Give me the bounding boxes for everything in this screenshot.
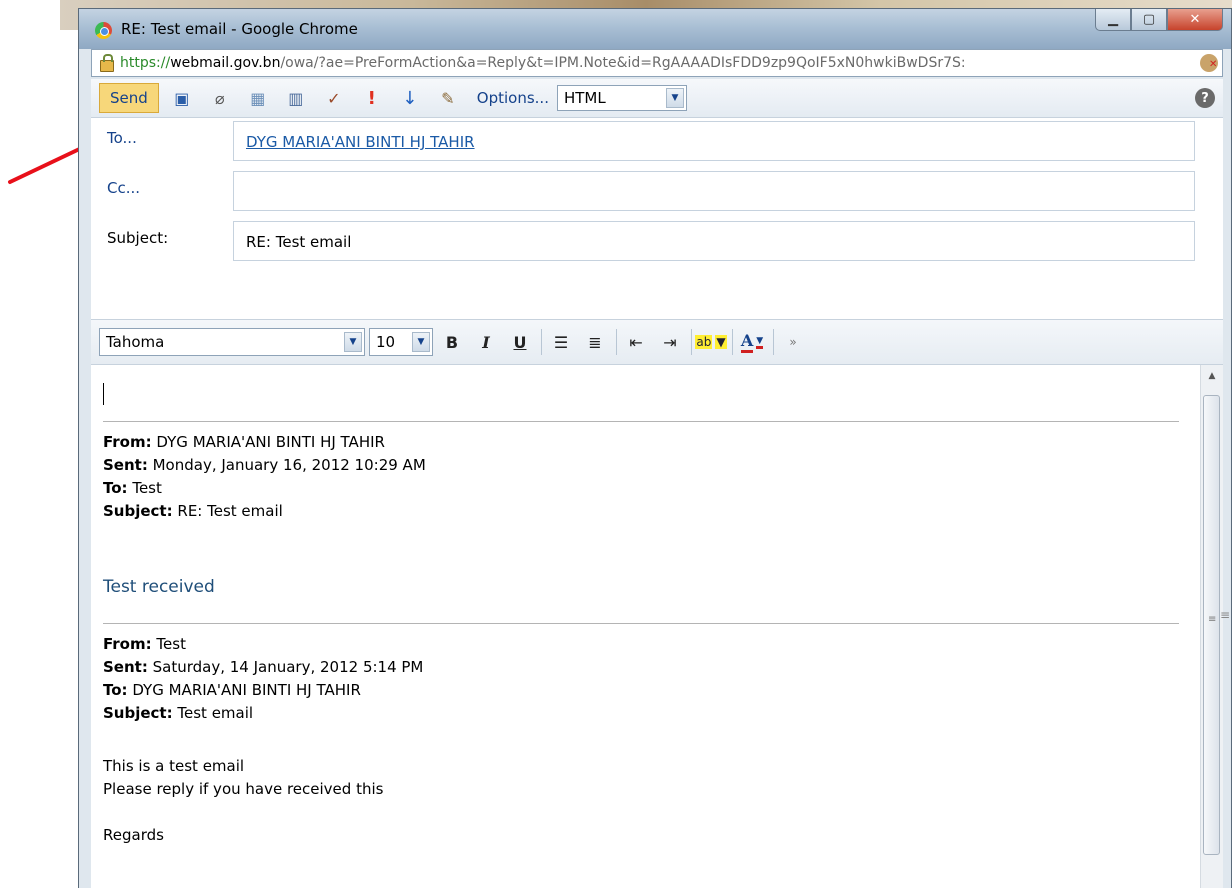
maximize-button[interactable]: ▢: [1131, 9, 1167, 31]
subject-field[interactable]: RE: Test email: [233, 221, 1195, 261]
cc-row: Cc...: [91, 169, 1223, 215]
message-body[interactable]: From: DYG MARIA'ANI BINTI HJ TAHIR Sent:…: [91, 365, 1223, 888]
permissions-icon[interactable]: ✎: [433, 84, 463, 112]
high-importance-icon[interactable]: !: [357, 84, 387, 112]
url-scheme: https://: [120, 55, 171, 71]
owa-compose-form: Send ▣ ⌀ ▦ ▥ ✓ ! ↓ ✎ Options... HTML ▼ ?…: [91, 79, 1223, 888]
more-options-icon[interactable]: »: [778, 328, 808, 356]
chrome-icon: [95, 22, 112, 39]
chevron-down-icon: ▼: [412, 332, 430, 352]
to-button[interactable]: To...: [107, 129, 137, 147]
attachment-icon[interactable]: ⌀: [205, 84, 235, 112]
extension-icon[interactable]: [1200, 54, 1218, 72]
toolbar-divider: [691, 329, 692, 355]
send-button[interactable]: Send: [99, 83, 159, 113]
font-size-select[interactable]: 10 ▼: [369, 328, 433, 356]
grip-icon: ≡: [1208, 614, 1217, 625]
chevron-down-icon: ▼: [665, 88, 684, 108]
to-row: To... DYG MARIA'ANI BINTI HJ TAHIR: [91, 119, 1223, 165]
url-path: /owa/?ae=PreFormAction&a=Reply&t=IPM.Not…: [280, 55, 966, 71]
formatting-toolbar: Tahoma ▼ 10 ▼ B I U ☰ ≣ ⇤ ⇥ ab ▼ A ▼ »: [91, 319, 1223, 365]
check-names-icon[interactable]: ✓: [319, 84, 349, 112]
scroll-thumb[interactable]: ≡: [1203, 395, 1220, 855]
toolbar-divider: [616, 329, 617, 355]
to-field[interactable]: DYG MARIA'ANI BINTI HJ TAHIR: [233, 121, 1195, 161]
quote-divider: [103, 421, 1179, 422]
decrease-indent-icon[interactable]: ⇤: [621, 328, 651, 356]
original-body: This is a test email Please reply if you…: [103, 757, 384, 844]
low-importance-icon[interactable]: ↓: [395, 84, 425, 112]
italic-button[interactable]: I: [471, 328, 501, 356]
options-button[interactable]: Options...: [477, 89, 549, 107]
underline-button[interactable]: U: [505, 328, 535, 356]
to-recipient[interactable]: DYG MARIA'ANI BINTI HJ TAHIR: [246, 133, 475, 151]
minimize-button[interactable]: ▁: [1095, 9, 1131, 31]
lock-icon: [100, 54, 114, 72]
url-host: webmail.gov.bn: [170, 55, 281, 71]
font-value: Tahoma: [106, 333, 165, 351]
compose-toolbar: Send ▣ ⌀ ▦ ▥ ✓ ! ↓ ✎ Options... HTML ▼ ?: [91, 79, 1223, 118]
window-title: RE: Test email - Google Chrome: [121, 20, 358, 38]
subject-label: Subject:: [107, 229, 169, 247]
title-bar: RE: Test email - Google Chrome ▁ ▢ ✕: [79, 9, 1231, 49]
font-size-value: 10: [376, 333, 396, 351]
window-grip-icon: ≡: [1219, 608, 1230, 622]
quoted-header-1: From: DYG MARIA'ANI BINTI HJ TAHIR Sent:…: [103, 433, 426, 520]
cc-button[interactable]: Cc...: [107, 179, 140, 197]
browser-window: RE: Test email - Google Chrome ▁ ▢ ✕ htt…: [78, 8, 1232, 888]
quote-divider: [103, 623, 1179, 624]
bold-button[interactable]: B: [437, 328, 467, 356]
save-icon[interactable]: ▣: [167, 84, 197, 112]
chevron-down-icon: ▼: [344, 332, 362, 352]
scroll-up-icon[interactable]: ▲: [1201, 365, 1223, 387]
toolbar-divider: [773, 329, 774, 355]
subject-row: Subject: RE: Test email: [91, 219, 1223, 265]
text-cursor: [103, 383, 104, 405]
quoted-header-2: From: Test Sent: Saturday, 14 January, 2…: [103, 635, 424, 722]
cc-field[interactable]: [233, 171, 1195, 211]
toolbar-divider: [732, 329, 733, 355]
vertical-scrollbar[interactable]: ▲ ≡: [1200, 365, 1223, 888]
window-controls: ▁ ▢ ✕: [1095, 9, 1223, 35]
address-book-icon[interactable]: ▥: [281, 84, 311, 112]
toolbar-divider: [541, 329, 542, 355]
reply-text: Test received: [103, 577, 215, 597]
address-bar[interactable]: https://webmail.gov.bn/owa/?ae=PreFormAc…: [91, 49, 1223, 77]
help-icon[interactable]: ?: [1195, 88, 1215, 108]
bullets-icon[interactable]: ☰: [546, 328, 576, 356]
insert-image-icon[interactable]: ▦: [243, 84, 273, 112]
message-format-value: HTML: [563, 89, 606, 107]
numbering-icon[interactable]: ≣: [580, 328, 610, 356]
close-button[interactable]: ✕: [1167, 9, 1223, 31]
font-select[interactable]: Tahoma ▼: [99, 328, 365, 356]
increase-indent-icon[interactable]: ⇥: [655, 328, 685, 356]
highlight-icon[interactable]: ab ▼: [695, 328, 727, 356]
font-color-icon[interactable]: A ▼: [737, 328, 767, 356]
message-format-select[interactable]: HTML ▼: [556, 85, 687, 111]
